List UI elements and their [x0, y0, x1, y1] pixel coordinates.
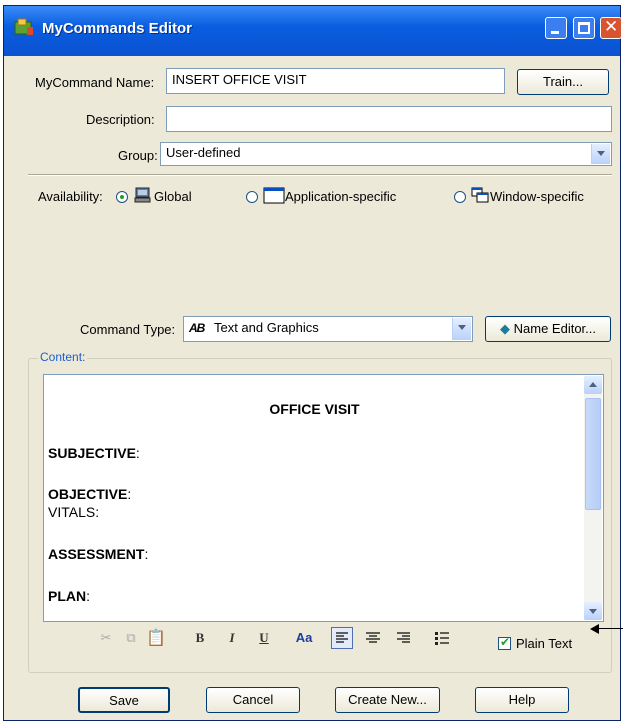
computer-icon [134, 187, 151, 203]
divider [28, 174, 612, 176]
name-editor-label: Name Editor... [513, 321, 596, 336]
doc-section-assessment: ASSESSMENT: [48, 546, 149, 562]
name-editor-button[interactable]: ◆ Name Editor... [485, 316, 611, 342]
maximize-button[interactable] [573, 17, 595, 39]
help-button[interactable]: Help [475, 687, 569, 713]
application-window-icon [263, 187, 285, 204]
gem-icon: ◆ [500, 321, 510, 336]
radio-window-specific[interactable] [454, 191, 466, 203]
save-button[interactable]: Save [78, 687, 170, 713]
command-type-value: Text and Graphics [213, 320, 319, 335]
window-title: MyCommands Editor [42, 20, 193, 37]
minimize-button[interactable] [545, 17, 567, 39]
italic-button[interactable]: I [222, 630, 242, 646]
plain-text-label[interactable]: Plain Text [516, 636, 572, 651]
scroll-up-button[interactable] [584, 376, 602, 394]
cancel-button[interactable]: Cancel [206, 687, 300, 713]
scroll-down-button[interactable] [584, 602, 602, 620]
group-label: Group: [118, 148, 158, 163]
maximize-icon [578, 22, 590, 34]
description-input[interactable] [166, 106, 612, 132]
arrow-left-icon [590, 624, 599, 634]
chevron-down-icon[interactable] [452, 318, 471, 340]
chevron-up-icon [589, 382, 597, 387]
availability-label: Availability: [38, 189, 103, 204]
align-left-icon [336, 632, 348, 643]
command-type-label: Command Type: [80, 322, 176, 337]
mycommand-name-label: MyCommand Name: [35, 75, 155, 90]
paste-icon[interactable]: 📋 [146, 628, 166, 648]
mycommand-name-input[interactable]: INSERT OFFICE VISIT [166, 68, 505, 94]
radio-window-label[interactable]: Window-specific [490, 189, 584, 204]
command-type-select[interactable]: AB Text and Graphics [183, 316, 473, 342]
font-button[interactable]: Aa [294, 630, 314, 645]
plain-text-checkbox[interactable] [498, 635, 511, 650]
doc-vitals: VITALS: [48, 504, 100, 520]
close-icon: ✕ [604, 17, 619, 36]
windows-icon [471, 187, 489, 203]
description-label: Description: [86, 112, 155, 127]
doc-heading: OFFICE VISIT [269, 401, 360, 417]
create-new-button[interactable]: Create New... [335, 687, 440, 713]
chevron-down-icon [589, 609, 597, 614]
annotation-arrow-line [597, 628, 623, 629]
radio-application-specific[interactable] [246, 191, 258, 203]
text-graphics-icon: AB [189, 321, 205, 335]
radio-global[interactable] [116, 191, 128, 203]
app-icon [14, 18, 33, 35]
align-right-icon[interactable] [394, 628, 414, 648]
align-left-button[interactable] [331, 627, 353, 649]
doc-section-subjective: SUBJECTIVE: [48, 445, 140, 461]
close-button[interactable]: ✕ [600, 17, 622, 39]
bullet-list-icon[interactable] [432, 628, 452, 648]
bold-button[interactable]: B [190, 630, 210, 646]
radio-application-label[interactable]: Application-specific [285, 189, 396, 204]
group-select[interactable]: User-defined [160, 142, 612, 166]
doc-section-plan: PLAN: [48, 588, 91, 604]
content-group-label: Content: [38, 350, 88, 364]
copy-icon[interactable]: ⧉ [121, 630, 141, 646]
vertical-scrollbar[interactable] [584, 376, 602, 620]
group-value: User-defined [166, 145, 241, 160]
align-center-icon[interactable] [363, 628, 383, 648]
minimize-icon [551, 31, 559, 34]
scroll-thumb[interactable] [585, 398, 601, 510]
doc-section-objective: OBJECTIVE: [48, 486, 132, 502]
content-editor[interactable]: OFFICE VISIT SUBJECTIVE: OBJECTIVE: VITA… [43, 374, 604, 622]
chevron-down-icon[interactable] [591, 144, 610, 164]
train-button[interactable]: Train... [517, 69, 609, 95]
cut-icon[interactable]: ✂ [96, 630, 116, 646]
radio-global-label[interactable]: Global [154, 189, 192, 204]
underline-button[interactable]: U [254, 630, 274, 646]
